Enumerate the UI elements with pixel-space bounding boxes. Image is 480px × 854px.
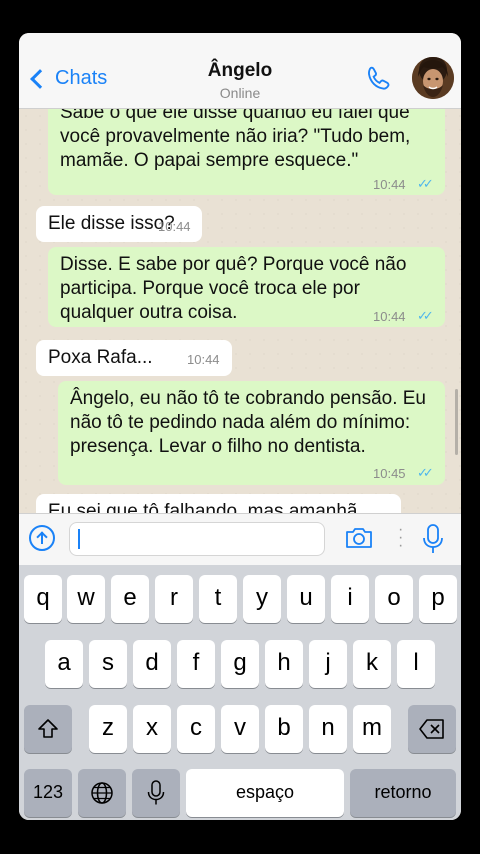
key-m[interactable]: m: [353, 705, 391, 753]
key-v[interactable]: v: [221, 705, 259, 753]
more-icon[interactable]: · · ·: [398, 522, 403, 554]
key-e[interactable]: e: [111, 575, 149, 623]
key-y[interactable]: y: [243, 575, 281, 623]
message-time: 10:44: [187, 352, 220, 367]
message-text: Sabe o que ele disse quando eu falei que…: [60, 109, 411, 171]
microphone-icon[interactable]: [422, 524, 444, 554]
key-a[interactable]: a: [45, 640, 83, 688]
text-caret: [78, 529, 80, 549]
contact-status: Online: [219, 85, 261, 101]
chat-header: Chats Ângelo Online: [19, 33, 461, 109]
read-receipt-icon: ✓✓: [417, 176, 434, 191]
key-j[interactable]: j: [309, 640, 347, 688]
chat-area[interactable]: Sabe o que ele disse quando eu falei que…: [19, 109, 461, 513]
key-n[interactable]: n: [309, 705, 347, 753]
return-key[interactable]: retorno: [350, 769, 456, 817]
phone-icon[interactable]: [365, 65, 393, 93]
message-time: 10:44: [158, 219, 191, 234]
keyboard-mic-icon: [147, 780, 165, 805]
message-time: 10:44: [373, 309, 406, 324]
shift-key[interactable]: [24, 705, 72, 753]
key-q[interactable]: q: [24, 575, 62, 623]
message-input-bar: · · ·: [19, 513, 461, 565]
phone-screen: Chats Ângelo Online Sabe o que ele disse…: [19, 33, 461, 820]
upload-icon[interactable]: [29, 525, 55, 551]
message-incoming[interactable]: Eu sei que tô falhando, mas amanhã...: [36, 494, 401, 513]
key-l[interactable]: l: [397, 640, 435, 688]
key-z[interactable]: z: [89, 705, 127, 753]
key-p[interactable]: p: [419, 575, 457, 623]
key-d[interactable]: d: [133, 640, 171, 688]
key-o[interactable]: o: [375, 575, 413, 623]
key-t[interactable]: t: [199, 575, 237, 623]
key-i[interactable]: i: [331, 575, 369, 623]
key-x[interactable]: x: [133, 705, 171, 753]
key-b[interactable]: b: [265, 705, 303, 753]
message-text: Eu sei que tô falhando, mas amanhã...: [48, 501, 374, 513]
read-receipt-icon: ✓✓: [417, 465, 434, 480]
key-c[interactable]: c: [177, 705, 215, 753]
key-h[interactable]: h: [265, 640, 303, 688]
numbers-key[interactable]: 123: [24, 769, 72, 817]
camera-icon[interactable]: [344, 526, 374, 550]
globe-icon: [91, 782, 113, 804]
message-text: Disse. E sabe por quê? Porque você não p…: [60, 254, 407, 323]
key-r[interactable]: r: [155, 575, 193, 623]
backspace-key[interactable]: [408, 705, 456, 753]
space-key[interactable]: espaço: [186, 769, 344, 817]
avatar[interactable]: [412, 57, 454, 99]
message-time: 10:44: [373, 177, 406, 192]
key-f[interactable]: f: [177, 640, 215, 688]
globe-key[interactable]: [78, 769, 126, 817]
dictation-key[interactable]: [132, 769, 180, 817]
key-s[interactable]: s: [89, 640, 127, 688]
key-w[interactable]: w: [67, 575, 105, 623]
message-time: 10:45: [373, 466, 406, 481]
message-input[interactable]: [69, 522, 325, 556]
contact-name[interactable]: Ângelo: [19, 60, 461, 82]
keyboard: q w e r t y u i o p a s d f g h j k l z …: [19, 565, 461, 820]
message-text: Ângelo, eu não tô te cobrando pensão. Eu…: [70, 388, 426, 457]
key-g[interactable]: g: [221, 640, 259, 688]
read-receipt-icon: ✓✓: [417, 308, 434, 323]
shift-icon: [38, 719, 58, 738]
chat-scrollbar[interactable]: [455, 389, 458, 455]
backspace-icon: [419, 719, 444, 739]
key-k[interactable]: k: [353, 640, 391, 688]
message-text: Ele disse isso?: [48, 213, 175, 234]
message-text: Poxa Rafa...: [48, 347, 153, 368]
key-u[interactable]: u: [287, 575, 325, 623]
